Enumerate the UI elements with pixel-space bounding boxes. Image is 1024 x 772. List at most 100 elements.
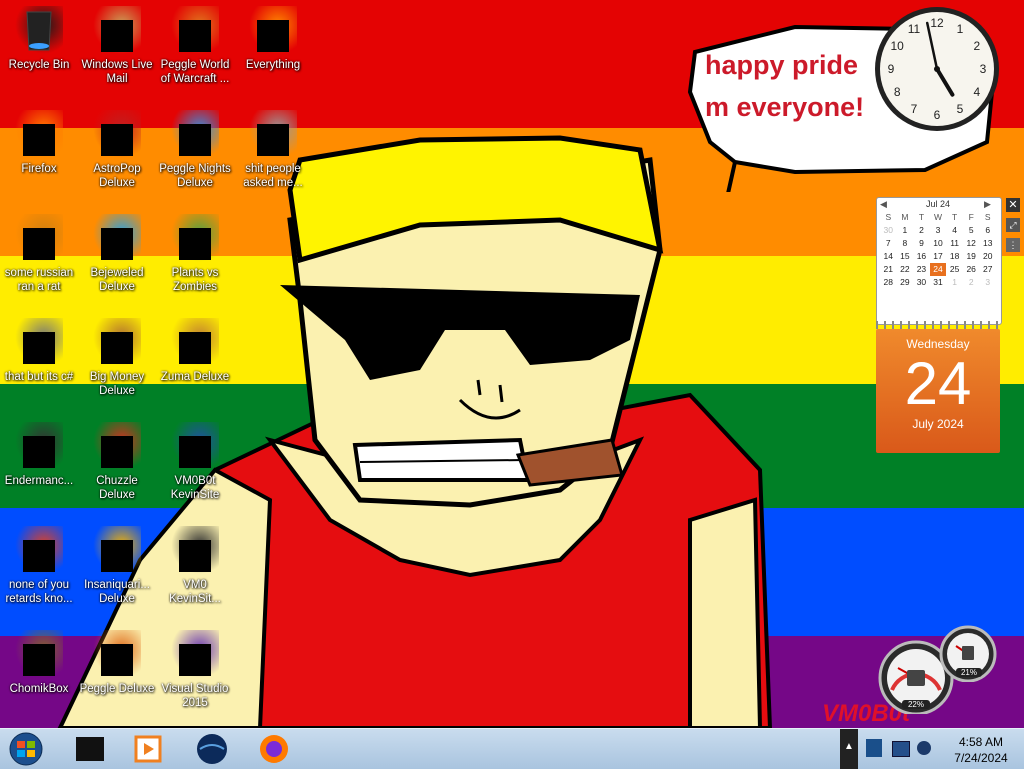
clock-number: 1 [957, 22, 964, 36]
calendar-day-cell[interactable]: 27 [979, 263, 996, 276]
gadget-drag-handle-icon[interactable]: ⋮ [1006, 238, 1020, 252]
calendar-day-cell[interactable]: 9 [913, 237, 930, 250]
tray-date: 7/24/2024 [954, 751, 1008, 765]
calendar-week-row: 28 29 30 31 1 2 3 [880, 276, 996, 289]
desktop-icon-label: that but its c# [4, 371, 74, 383]
calendar-day-cell[interactable]: 11 [946, 237, 963, 250]
peggle-deluxe-icon [93, 630, 141, 678]
desktop-icon-peggle-world-of-warcraft[interactable]: Peggle World of Warcraft ... [156, 0, 234, 100]
calendar-day-cell[interactable]: 3 [930, 224, 947, 237]
desktop-icon-label: Firefox [21, 163, 57, 175]
clock-gadget[interactable]: 12 1234567891011 [872, 4, 1002, 134]
calendar-gadget[interactable]: ◀ ▶ Jul 24 S M T W T F S 30 1 2 3 4 5 6 7 8 9 10 11 12 13 14 1… [876, 197, 1002, 455]
redaction-box [101, 20, 133, 52]
calendar-day-cell[interactable]: 1 [946, 276, 963, 289]
calendar-day-cell[interactable]: 30 [913, 276, 930, 289]
desktop-icon-vm0b0t-kevinsite[interactable]: VM0B0t KevinSite [156, 416, 234, 516]
calendar-day-cell[interactable]: 5 [963, 224, 980, 237]
desktop-icon-none-of-you-retards-kno[interactable]: none of you retards kno... [0, 520, 78, 620]
taskbar-firefox-button[interactable] [246, 731, 302, 767]
desktop-icon-peggle-deluxe[interactable]: Peggle Deluxe [78, 624, 156, 724]
taskbar-media-player-button[interactable] [120, 731, 176, 767]
calendar-day-cell[interactable]: 10 [930, 237, 947, 250]
calendar-day-cell[interactable]: 2 [963, 276, 980, 289]
everything-icon [249, 6, 297, 54]
calendar-day-cell[interactable]: 4 [946, 224, 963, 237]
desktop-icon-shit-people-asked-me[interactable]: shit people asked me... [234, 104, 312, 204]
desktop-icon-that-but-its-csharp[interactable]: that but its c# [0, 312, 78, 412]
desktop-icon-label: Everything [245, 59, 301, 71]
calendar-day-cell[interactable]: 14 [880, 250, 897, 263]
desktop-icon-label: Chuzzle Deluxe [96, 475, 138, 501]
tray-show-hidden-icon[interactable]: ▲ [844, 741, 854, 752]
calendar-day-cell[interactable]: 29 [897, 276, 914, 289]
redaction-box [179, 644, 211, 676]
desktop-icon-label: ChomikBox [9, 683, 69, 695]
desktop-icon-bejeweled-deluxe[interactable]: Bejeweled Deluxe [78, 208, 156, 308]
memory-meter-gadget[interactable]: 21% [938, 624, 998, 683]
desktop-icon-endermanch[interactable]: Endermanc... [0, 416, 78, 516]
desktop-icon-astropop-deluxe[interactable]: AstroPop Deluxe [78, 104, 156, 204]
calendar-day-cell[interactable]: 2 [913, 224, 930, 237]
desktop-icon-big-money-deluxe[interactable]: Big Money Deluxe [78, 312, 156, 412]
calendar-day-header: S [984, 212, 991, 222]
desktop-icon-plants-vs-zombies[interactable]: Plants vs Zombies [156, 208, 234, 308]
desktop-icon-insaniquarium-deluxe[interactable]: Insaniquari... Deluxe [78, 520, 156, 620]
desktop-icon-recycle-bin[interactable]: Recycle Bin [0, 0, 78, 100]
calendar-month-header[interactable]: Jul 24 [876, 199, 1000, 209]
desktop-icon-everything[interactable]: Everything [234, 0, 312, 100]
calendar-day-cell[interactable]: 15 [897, 250, 914, 263]
desktop-icon-label: Peggle World of Warcraft ... [160, 59, 230, 85]
calendar-day-cell[interactable]: 17 [930, 250, 947, 263]
calendar-day-cell[interactable]: 8 [897, 237, 914, 250]
desktop-icon-some-russian-ran-a-rat[interactable]: some russian ran a rat [0, 208, 78, 308]
calendar-day-cell[interactable]: 7 [880, 237, 897, 250]
gadget-size-icon[interactable]: ⤢ [1006, 218, 1020, 232]
calendar-day-cell[interactable]: 3 [979, 276, 996, 289]
calendar-day-cell[interactable]: 18 [946, 250, 963, 263]
desktop-icon-label: Bejeweled Deluxe [90, 267, 144, 293]
calendar-day-cell[interactable]: 28 [880, 276, 897, 289]
start-button[interactable] [4, 731, 48, 767]
calendar-day-cell[interactable]: 24 [929, 263, 947, 276]
calendar-day-cell[interactable]: 26 [963, 263, 980, 276]
desktop-icon-visual-studio-2015[interactable]: Visual Studio 2015 [156, 624, 234, 724]
taskbar-explorer-button[interactable] [62, 731, 118, 767]
calendar-day-cell[interactable]: 20 [979, 250, 996, 263]
calendar-day-cell[interactable]: 1 [897, 224, 914, 237]
desktop-icon-chomikbox[interactable]: ChomikBox [0, 624, 78, 724]
calendar-day-cell[interactable]: 19 [963, 250, 980, 263]
calendar-day-cell[interactable]: 30 [880, 224, 897, 237]
windows-live-mail-icon [93, 6, 141, 54]
calendar-day-header: T [918, 212, 925, 222]
tray-volume-icon[interactable] [916, 739, 932, 757]
desktop-icon-vm0-kevinsite[interactable]: VM0 KevinSit... [156, 520, 234, 620]
desktop-icon-label: VM0 KevinSit... [169, 579, 221, 605]
calendar-day-cell[interactable]: 25 [946, 263, 963, 276]
calendar-day-cell[interactable]: 22 [897, 263, 914, 276]
calendar-day-cell[interactable]: 16 [913, 250, 930, 263]
plants-vs-zombies-icon [171, 214, 219, 262]
firefox-icon [15, 110, 63, 158]
calendar-day-cell[interactable]: 21 [880, 263, 897, 276]
speech-bubble-text: happy pride m everyone! [705, 50, 865, 122]
gadget-close-icon[interactable]: ✕ [1006, 198, 1020, 212]
tray-monitor-icon[interactable] [892, 741, 910, 757]
tray-app-icon[interactable] [866, 739, 882, 757]
desktop-icon-peggle-nights-deluxe[interactable]: Peggle Nights Deluxe [156, 104, 234, 204]
calendar-day-cell[interactable]: 12 [963, 237, 980, 250]
vm0-kevinsite-icon [171, 526, 219, 574]
desktop-icon-zuma-deluxe[interactable]: Zuma Deluxe [156, 312, 234, 412]
calendar-day-cell[interactable]: 6 [979, 224, 996, 237]
desktop-icon-label: Windows Live Mail [81, 59, 153, 85]
calendar-day-cell[interactable]: 23 [913, 263, 930, 276]
calendar-day-cell[interactable]: 13 [979, 237, 996, 250]
clock-number: 10 [890, 39, 904, 53]
desktop-icon-windows-live-mail[interactable]: Windows Live Mail [78, 0, 156, 100]
desktop-icon-firefox[interactable]: Firefox [0, 104, 78, 204]
desktop-icon-chuzzle-deluxe[interactable]: Chuzzle Deluxe [78, 416, 156, 516]
taskbar-network-button[interactable] [184, 731, 240, 767]
redaction-box [101, 332, 133, 364]
calendar-day-cell[interactable]: 31 [930, 276, 947, 289]
tray-clock[interactable]: 4:58 AM 7/24/2024 [946, 734, 1016, 766]
